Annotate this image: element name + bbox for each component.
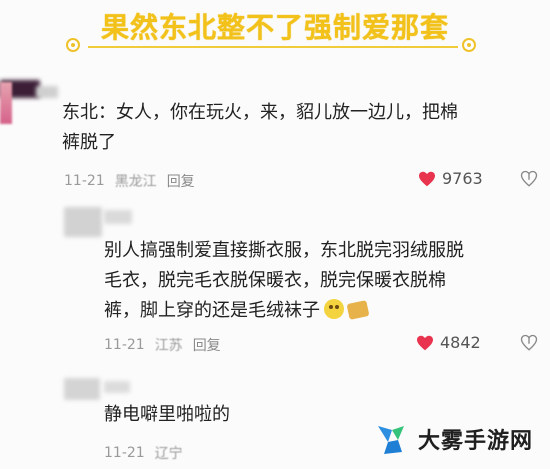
comment-date: 11-21 — [104, 445, 145, 461]
comment-location: 江苏 — [154, 338, 183, 354]
watermark-text: 大雾手游网 — [418, 429, 534, 454]
dislike-icon[interactable] — [520, 170, 538, 188]
like-count: 4842 — [440, 333, 481, 352]
comment-location: 辽宁 — [154, 446, 183, 462]
dislike-icon[interactable] — [520, 334, 538, 352]
comment-location: 黑龙江 — [114, 174, 157, 190]
username-blurred — [36, 86, 58, 98]
comment-text: 静电噼里啪啦的 — [104, 400, 230, 430]
comment-meta: 11-21 黑龙江 回复 — [64, 171, 195, 191]
username-blurred — [104, 210, 132, 224]
comment-date: 11-21 — [64, 173, 105, 189]
watermark: 大雾手游网 — [372, 420, 533, 458]
comment-text: 东北：女人，你在玩火，来，貂儿放一边儿，把棉 裤脱了 — [62, 98, 458, 158]
avatar[interactable] — [64, 378, 100, 400]
username-blurred — [104, 381, 130, 393]
comment-line: 静电噼里啪啦的 — [104, 404, 230, 425]
like-button[interactable]: 4842 — [416, 333, 481, 352]
comment-line: 裤，脚上穿的还是毛绒袜子 — [104, 296, 464, 326]
comment-meta: 11-21 辽宁 — [104, 443, 183, 463]
smile-emoji-icon — [324, 299, 344, 319]
comment-line-text: 裤，脚上穿的还是毛绒袜子 — [104, 300, 320, 321]
like-button[interactable]: 9763 — [418, 169, 483, 188]
decor-circle-left-icon — [66, 38, 80, 52]
reply-button[interactable]: 回复 — [167, 171, 195, 191]
avatar-edge — [0, 82, 12, 124]
comment-line: 东北：女人，你在玩火，来，貂儿放一边儿，把棉 — [62, 102, 458, 123]
like-count: 9763 — [442, 169, 483, 188]
title-underline — [88, 46, 458, 48]
comment-text: 别人搞强制爱直接撕衣服，东北脱完羽绒服脱 毛衣，脱完毛衣脱保暖衣，脱完保暖衣脱棉… — [104, 236, 464, 326]
comment-date: 11-21 — [104, 337, 145, 353]
reply-button[interactable]: 回复 — [193, 335, 221, 355]
comment-line: 别人搞强制爱直接撕衣服，东北脱完羽绒服脱 — [104, 240, 464, 261]
gift-emoji-icon — [346, 300, 370, 320]
comment-line: 毛衣，脱完毛衣脱保暖衣，脱完保暖衣脱棉 — [104, 270, 446, 291]
watermark-logo-icon — [378, 426, 404, 454]
heart-icon — [417, 335, 433, 350]
decor-circle-right-icon — [462, 38, 476, 52]
heart-icon — [419, 171, 435, 186]
avatar[interactable] — [64, 207, 102, 237]
comment-line: 裤脱了 — [62, 132, 116, 153]
comment-meta: 11-21 江苏 回复 — [104, 335, 221, 355]
